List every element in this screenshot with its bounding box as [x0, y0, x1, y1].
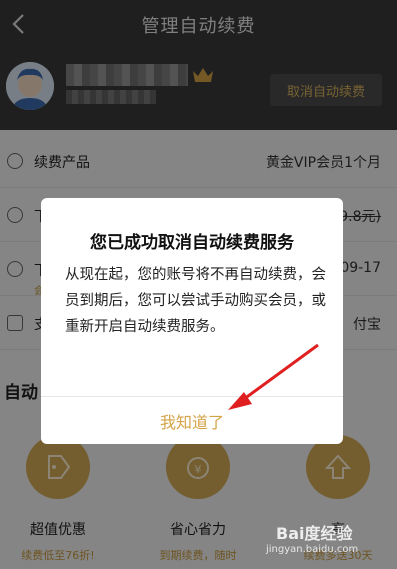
confirm-button[interactable]: 我知道了 [41, 397, 343, 444]
watermark-url: jingyan.baidu.com [266, 544, 359, 555]
watermark-brand: Bai度经验 [276, 524, 353, 543]
dialog-message: 从现在起，您的账号将不再自动续费，会员到期后，您可以尝试手动购买会员，或重新开启… [65, 267, 326, 335]
dialog-title: 您已成功取消自动续费服务 [90, 233, 294, 253]
cancel-success-dialog: 您已成功取消自动续费服务 从现在起，您的账号将不再自动续费，会员到期后，您可以尝… [41, 198, 343, 444]
